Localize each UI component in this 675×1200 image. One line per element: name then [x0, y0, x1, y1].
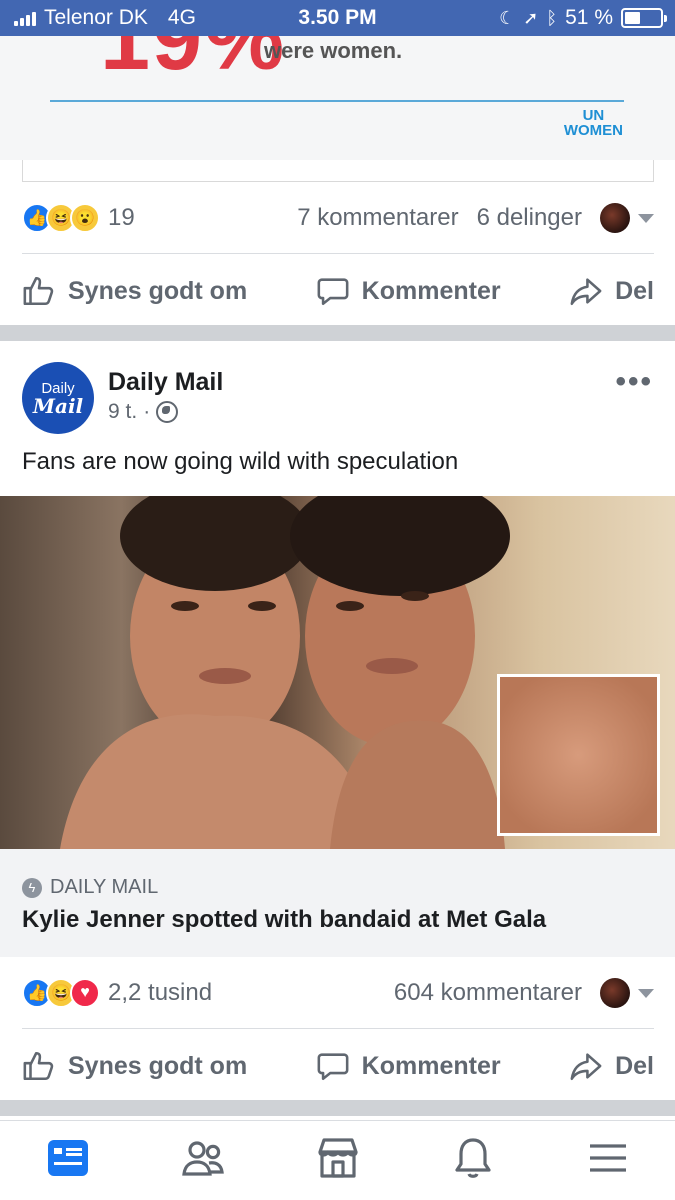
like-button[interactable]: Synes godt om — [22, 274, 247, 308]
reaction-count[interactable]: 19 — [108, 204, 135, 232]
news-feed-icon — [47, 1140, 88, 1176]
hamburger-menu-icon — [589, 1144, 626, 1172]
divider — [22, 253, 654, 254]
reaction-count[interactable]: 2,2 tusind — [108, 979, 212, 1007]
link-title[interactable]: Kylie Jenner spotted with bandaid at Met… — [22, 906, 546, 934]
share-button[interactable]: Del — [569, 1049, 654, 1083]
love-reaction-icon: ♥ — [70, 978, 100, 1008]
comment-count[interactable]: 604 kommentarer — [394, 979, 582, 1007]
link-source: ϟ DAILY MAIL — [22, 876, 158, 899]
chevron-down-icon[interactable] — [638, 213, 654, 223]
page-name[interactable]: Daily Mail — [108, 368, 223, 397]
like-button[interactable]: Synes godt om — [22, 1049, 247, 1083]
marketplace-icon — [317, 1138, 358, 1178]
tab-notifications[interactable] — [449, 1134, 497, 1187]
share-arrow-icon — [570, 1053, 602, 1081]
tab-marketplace[interactable] — [314, 1134, 362, 1187]
tab-friends[interactable] — [179, 1134, 227, 1187]
viewer-avatar[interactable] — [600, 978, 630, 1008]
reactions-summary[interactable]: 👍 😆 ♥ 2,2 tusind 604 kommentarer — [22, 973, 654, 1013]
un-women-logo: UN WOMEN — [563, 107, 623, 139]
feed-separator — [0, 1100, 675, 1116]
tab-menu[interactable] — [584, 1134, 632, 1187]
post-text: Fans are now going wild with speculation — [22, 448, 459, 475]
graphic-text: were women. — [264, 38, 403, 63]
graphic-divider — [50, 100, 624, 102]
tab-news-feed[interactable] — [44, 1134, 92, 1187]
post-image[interactable] — [0, 496, 675, 849]
battery-icon — [621, 8, 667, 28]
link-frame — [22, 160, 654, 182]
graphic-big-percent: 19% — [100, 36, 287, 89]
divider — [22, 1028, 654, 1029]
post-time[interactable]: 9 t. — [108, 400, 137, 424]
friends-icon — [181, 1141, 224, 1176]
share-count[interactable]: 6 delinger — [477, 204, 582, 232]
globe-icon — [156, 401, 179, 423]
viewer-avatar[interactable] — [600, 203, 630, 233]
previous-post-graphic[interactable]: 19% were women. UN WOMEN — [0, 36, 675, 160]
comment-icon — [317, 1053, 349, 1081]
comment-count[interactable]: 7 kommentarer — [297, 204, 458, 232]
status-bar: Telenor DK 4G 3.50 PM ☾ ➚ ᛒ 51 % — [0, 0, 675, 36]
share-arrow-icon — [570, 278, 602, 306]
instant-article-icon: ϟ — [22, 877, 42, 898]
link-preview[interactable] — [0, 849, 675, 957]
feed-separator — [0, 325, 675, 341]
location-icon: ➚ — [523, 7, 539, 28]
comment-button[interactable]: Kommenter — [316, 274, 501, 308]
post-actions: Synes godt om Kommenter Del — [22, 261, 654, 321]
comment-button[interactable]: Kommenter — [316, 1049, 501, 1083]
thumbs-up-icon — [23, 276, 54, 306]
post-actions: Synes godt om Kommenter Del — [22, 1036, 654, 1096]
bottom-tab-bar — [0, 1120, 675, 1200]
reactions-summary[interactable]: 👍 😆 😮 19 7 kommentarer 6 delinger — [22, 198, 654, 238]
wow-reaction-icon: 😮 — [70, 203, 100, 233]
zoomed-inset — [497, 674, 660, 836]
more-options-icon[interactable]: ••• — [615, 367, 653, 397]
bell-icon — [454, 1138, 491, 1178]
page-avatar[interactable]: Daily Mail — [22, 362, 94, 434]
bluetooth-icon: ᛒ — [546, 7, 558, 28]
battery-percent: 51 % — [565, 6, 613, 29]
chevron-down-icon[interactable] — [638, 988, 654, 998]
thumbs-up-icon — [23, 1051, 54, 1081]
moon-icon: ☾ — [499, 7, 516, 28]
post-meta: 9 t. · — [108, 400, 179, 424]
share-button[interactable]: Del — [569, 274, 654, 308]
comment-icon — [317, 278, 349, 306]
